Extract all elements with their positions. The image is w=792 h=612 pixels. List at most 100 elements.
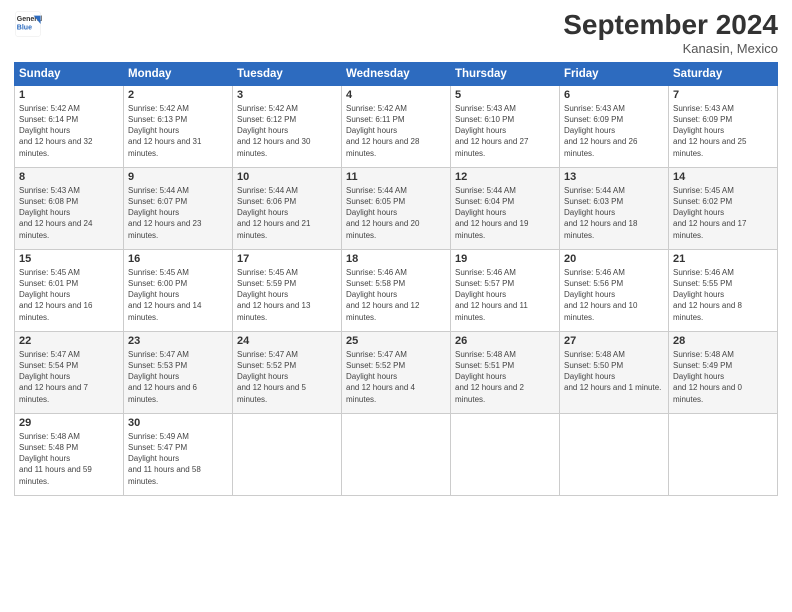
day-number: 29 (19, 417, 119, 429)
col-wednesday: Wednesday (342, 62, 451, 85)
table-cell: 12 Sunrise: 5:44 AMSunset: 6:04 PMDayligh… (451, 167, 560, 249)
table-cell (669, 413, 778, 495)
day-number: 13 (564, 171, 664, 183)
col-friday: Friday (560, 62, 669, 85)
day-info: Sunrise: 5:49 AMSunset: 5:47 PMDaylight … (128, 432, 201, 486)
day-number: 27 (564, 335, 664, 347)
day-info: Sunrise: 5:44 AMSunset: 6:06 PMDaylight … (237, 186, 310, 240)
table-row: 1 Sunrise: 5:42 AMSunset: 6:14 PMDaylight… (15, 85, 778, 167)
day-info: Sunrise: 5:47 AMSunset: 5:53 PMDaylight … (128, 350, 197, 404)
day-info: Sunrise: 5:45 AMSunset: 6:00 PMDaylight … (128, 268, 201, 322)
day-number: 2 (128, 89, 228, 101)
day-info: Sunrise: 5:46 AMSunset: 5:55 PMDaylight … (673, 268, 742, 322)
logo-icon: General Blue (14, 10, 42, 38)
day-info: Sunrise: 5:47 AMSunset: 5:54 PMDaylight … (19, 350, 88, 404)
day-info: Sunrise: 5:43 AMSunset: 6:09 PMDaylight … (564, 104, 637, 158)
table-cell: 3 Sunrise: 5:42 AMSunset: 6:12 PMDaylight… (233, 85, 342, 167)
day-number: 30 (128, 417, 228, 429)
table-cell: 17 Sunrise: 5:45 AMSunset: 5:59 PMDayligh… (233, 249, 342, 331)
logo: General Blue (14, 10, 44, 38)
day-number: 8 (19, 171, 119, 183)
day-info: Sunrise: 5:44 AMSunset: 6:05 PMDaylight … (346, 186, 419, 240)
table-row: 22 Sunrise: 5:47 AMSunset: 5:54 PMDayligh… (15, 331, 778, 413)
day-info: Sunrise: 5:42 AMSunset: 6:11 PMDaylight … (346, 104, 419, 158)
day-info: Sunrise: 5:43 AMSunset: 6:10 PMDaylight … (455, 104, 528, 158)
table-cell: 30 Sunrise: 5:49 AMSunset: 5:47 PMDayligh… (124, 413, 233, 495)
location: Kanasin, Mexico (563, 41, 778, 56)
table-cell (342, 413, 451, 495)
table-cell: 20Sunrise: 5:46 AMSunset: 5:56 PMDayligh… (560, 249, 669, 331)
table-cell: 24Sunrise: 5:47 AMSunset: 5:52 PMDayligh… (233, 331, 342, 413)
day-number: 4 (346, 89, 446, 101)
title-area: September 2024 Kanasin, Mexico (563, 10, 778, 56)
day-number: 7 (673, 89, 773, 101)
table-cell: 19Sunrise: 5:46 AMSunset: 5:57 PMDayligh… (451, 249, 560, 331)
day-number: 17 (237, 253, 337, 265)
table-cell: 6Sunrise: 5:43 AMSunset: 6:09 PMDaylight… (560, 85, 669, 167)
day-number: 26 (455, 335, 555, 347)
table-cell: 16 Sunrise: 5:45 AMSunset: 6:00 PMDayligh… (124, 249, 233, 331)
day-info: Sunrise: 5:47 AMSunset: 5:52 PMDaylight … (346, 350, 415, 404)
month-title: September 2024 (563, 10, 778, 41)
col-saturday: Saturday (669, 62, 778, 85)
day-number: 19 (455, 253, 555, 265)
day-info: Sunrise: 5:45 AMSunset: 5:59 PMDaylight … (237, 268, 310, 322)
header-row: Sunday Monday Tuesday Wednesday Thursday… (15, 62, 778, 85)
table-cell: 13 Sunrise: 5:44 AMSunset: 6:03 PMDayligh… (560, 167, 669, 249)
day-info: Sunrise: 5:48 AMSunset: 5:49 PMDaylight … (673, 350, 742, 404)
day-number: 12 (455, 171, 555, 183)
table-row: 8 Sunrise: 5:43 AMSunset: 6:08 PMDaylight… (15, 167, 778, 249)
col-tuesday: Tuesday (233, 62, 342, 85)
day-number: 1 (19, 89, 119, 101)
table-cell: 29 Sunrise: 5:48 AMSunset: 5:48 PMDayligh… (15, 413, 124, 495)
day-number: 9 (128, 171, 228, 183)
table-cell: 26 Sunrise: 5:48 AMSunset: 5:51 PMDayligh… (451, 331, 560, 413)
table-cell: 22 Sunrise: 5:47 AMSunset: 5:54 PMDayligh… (15, 331, 124, 413)
page: General Blue September 2024 Kanasin, Mex… (0, 0, 792, 612)
table-cell: 9 Sunrise: 5:44 AMSunset: 6:07 PMDaylight… (124, 167, 233, 249)
day-number: 11 (346, 171, 446, 183)
table-cell: 2Sunrise: 5:42 AMSunset: 6:13 PMDaylight… (124, 85, 233, 167)
table-cell: 15 Sunrise: 5:45 AMSunset: 6:01 PMDayligh… (15, 249, 124, 331)
day-number: 3 (237, 89, 337, 101)
table-cell: 25 Sunrise: 5:47 AMSunset: 5:52 PMDayligh… (342, 331, 451, 413)
day-info: Sunrise: 5:42 AMSunset: 6:12 PMDaylight … (237, 104, 310, 158)
day-info: Sunrise: 5:46 AMSunset: 5:56 PMDaylight … (564, 268, 637, 322)
day-info: Sunrise: 5:42 AMSunset: 6:14 PMDaylight … (19, 104, 92, 158)
col-thursday: Thursday (451, 62, 560, 85)
day-number: 5 (455, 89, 555, 101)
day-number: 10 (237, 171, 337, 183)
day-info: Sunrise: 5:44 AMSunset: 6:07 PMDaylight … (128, 186, 201, 240)
table-cell: 4 Sunrise: 5:42 AMSunset: 6:11 PMDaylight… (342, 85, 451, 167)
table-cell: 10 Sunrise: 5:44 AMSunset: 6:06 PMDayligh… (233, 167, 342, 249)
day-number: 21 (673, 253, 773, 265)
day-info: Sunrise: 5:48 AMSunset: 5:48 PMDaylight … (19, 432, 92, 486)
day-number: 22 (19, 335, 119, 347)
table-cell: 14Sunrise: 5:45 AMSunset: 6:02 PMDayligh… (669, 167, 778, 249)
svg-text:Blue: Blue (17, 25, 32, 32)
day-info: Sunrise: 5:44 AMSunset: 6:04 PMDaylight … (455, 186, 528, 240)
table-cell: 21 Sunrise: 5:46 AMSunset: 5:55 PMDayligh… (669, 249, 778, 331)
day-number: 25 (346, 335, 446, 347)
day-number: 18 (346, 253, 446, 265)
table-cell: 11 Sunrise: 5:44 AMSunset: 6:05 PMDayligh… (342, 167, 451, 249)
day-number: 23 (128, 335, 228, 347)
table-cell: 1 Sunrise: 5:42 AMSunset: 6:14 PMDaylight… (15, 85, 124, 167)
col-monday: Monday (124, 62, 233, 85)
table-cell (451, 413, 560, 495)
table-row: 15 Sunrise: 5:45 AMSunset: 6:01 PMDayligh… (15, 249, 778, 331)
day-number: 16 (128, 253, 228, 265)
table-cell (560, 413, 669, 495)
day-info: Sunrise: 5:43 AMSunset: 6:08 PMDaylight … (19, 186, 92, 240)
day-info: Sunrise: 5:48 AMSunset: 5:51 PMDaylight … (455, 350, 524, 404)
day-info: Sunrise: 5:46 AMSunset: 5:58 PMDaylight … (346, 268, 419, 322)
table-row: 29 Sunrise: 5:48 AMSunset: 5:48 PMDayligh… (15, 413, 778, 495)
day-number: 14 (673, 171, 773, 183)
day-info: Sunrise: 5:43 AMSunset: 6:09 PMDaylight … (673, 104, 746, 158)
day-info: Sunrise: 5:45 AMSunset: 6:01 PMDaylight … (19, 268, 92, 322)
col-sunday: Sunday (15, 62, 124, 85)
calendar-table: Sunday Monday Tuesday Wednesday Thursday… (14, 62, 778, 496)
day-number: 24 (237, 335, 337, 347)
day-info: Sunrise: 5:44 AMSunset: 6:03 PMDaylight … (564, 186, 637, 240)
day-number: 15 (19, 253, 119, 265)
